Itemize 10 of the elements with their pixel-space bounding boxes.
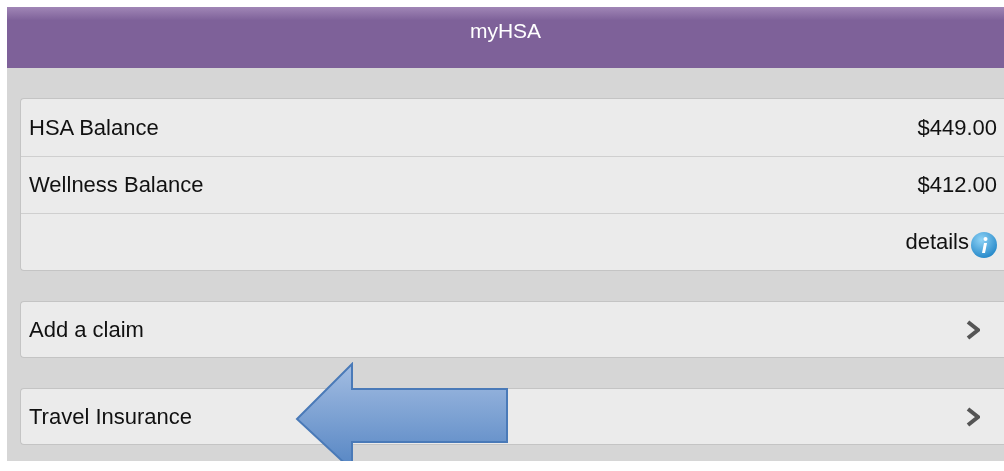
app-title: myHSA xyxy=(469,18,542,43)
balance-amount: $449.00 xyxy=(917,114,997,141)
chevron-right-icon xyxy=(966,406,980,427)
balance-label: Wellness Balance xyxy=(29,172,204,198)
info-icon xyxy=(970,231,998,259)
chevron-right-icon xyxy=(966,319,980,340)
details-link[interactable]: details xyxy=(905,225,998,259)
menu-item[interactable]: Add a claim xyxy=(20,301,1004,358)
balance-label: HSA Balance xyxy=(29,114,159,141)
balance-amount: $412.00 xyxy=(917,172,997,198)
